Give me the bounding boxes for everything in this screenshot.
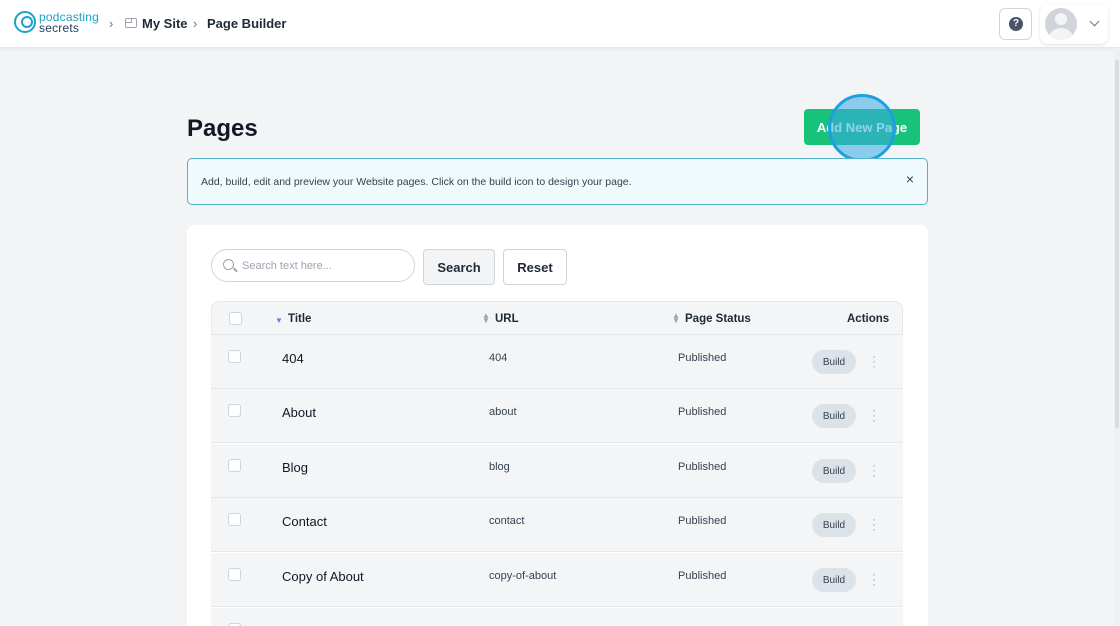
logo[interactable]: podcasting secrets bbox=[14, 9, 106, 37]
row-checkbox[interactable] bbox=[228, 513, 241, 526]
add-new-page-button[interactable]: Add New Page bbox=[804, 109, 920, 145]
logo-text-bottom: secrets bbox=[39, 21, 80, 35]
chevron-right-icon: › bbox=[193, 16, 198, 31]
row-url: contact bbox=[489, 515, 525, 527]
column-header-url[interactable]: URL bbox=[495, 313, 519, 325]
search-box[interactable] bbox=[211, 249, 415, 282]
more-options-icon[interactable]: · · · bbox=[870, 513, 878, 535]
table-header: ▼ Title ▲ ▼ URL ▲ ▼ Page Status Actions bbox=[211, 301, 903, 335]
build-button[interactable]: Build bbox=[812, 404, 856, 428]
info-banner: Add, build, edit and preview your Websit… bbox=[187, 158, 928, 205]
row-title: 404 bbox=[282, 351, 304, 366]
chevron-down-icon bbox=[1089, 16, 1100, 27]
row-status: Published bbox=[678, 461, 727, 473]
row-checkbox[interactable] bbox=[228, 459, 241, 472]
sort-icon[interactable]: ▲ ▼ bbox=[482, 312, 490, 325]
row-title: Blog bbox=[282, 460, 309, 475]
build-button[interactable]: Build bbox=[812, 350, 856, 374]
row-status: Published bbox=[678, 406, 727, 418]
row-status: Published bbox=[678, 515, 727, 527]
select-all-checkbox[interactable] bbox=[229, 312, 242, 325]
row-status: Published bbox=[678, 570, 727, 582]
row-checkbox[interactable] bbox=[228, 568, 241, 581]
column-header-actions: Actions bbox=[847, 313, 890, 325]
breadcrumb-page-builder[interactable]: Page Builder bbox=[207, 16, 286, 31]
row-checkbox[interactable] bbox=[228, 404, 241, 417]
search-button[interactable]: Search bbox=[423, 249, 495, 285]
breadcrumb-my-site[interactable]: My Site bbox=[142, 16, 188, 31]
sort-icon[interactable]: ▲ ▼ bbox=[672, 312, 680, 325]
scrollbar-thumb[interactable] bbox=[1115, 60, 1119, 428]
chevron-right-icon: › bbox=[109, 16, 114, 31]
column-header-page-status[interactable]: Page Status bbox=[685, 313, 751, 325]
more-options-icon[interactable]: · · · bbox=[870, 459, 878, 481]
more-options-icon[interactable]: · · · bbox=[870, 350, 878, 372]
table-row[interactable]: Blog blog Published Build · · · bbox=[211, 444, 903, 498]
logo-mark-icon bbox=[14, 11, 36, 33]
user-menu-button[interactable] bbox=[1040, 4, 1108, 44]
table-row[interactable]: Contact contact Published Build · · · bbox=[211, 498, 903, 552]
top-bar: podcasting secrets › My Site › Page Buil… bbox=[0, 0, 1120, 48]
build-button[interactable]: Build bbox=[812, 568, 856, 592]
build-button[interactable]: Build bbox=[812, 459, 856, 483]
row-title: Contact bbox=[282, 514, 327, 529]
sort-desc-icon[interactable]: ▼ bbox=[275, 316, 283, 325]
more-options-icon[interactable]: · · · bbox=[870, 568, 878, 590]
row-title: Copy of About bbox=[282, 569, 364, 584]
pages-card: Search Reset ▼ Title ▲▼ URL ▲▼ Page Stat… bbox=[187, 225, 928, 626]
row-url: about bbox=[489, 406, 517, 418]
row-url: blog bbox=[489, 461, 510, 473]
row-url: copy-of-about bbox=[489, 570, 557, 582]
row-checkbox[interactable] bbox=[228, 350, 241, 363]
table-row[interactable]: About about Published Build · · · bbox=[211, 389, 903, 443]
row-status: Published bbox=[678, 352, 727, 364]
column-header-title[interactable]: Title bbox=[288, 313, 311, 325]
row-title: About bbox=[282, 405, 316, 420]
help-button[interactable]: ? bbox=[999, 8, 1032, 40]
close-icon[interactable]: × bbox=[902, 171, 918, 187]
reset-button[interactable]: Reset bbox=[503, 249, 567, 285]
search-input[interactable] bbox=[242, 257, 407, 275]
table-row[interactable] bbox=[211, 608, 903, 626]
row-url: 404 bbox=[489, 352, 508, 364]
more-options-icon[interactable]: · · · bbox=[870, 404, 878, 426]
build-button[interactable]: Build bbox=[812, 513, 856, 537]
page-title: Pages bbox=[187, 115, 258, 142]
table-row[interactable]: Copy of About copy-of-about Published Bu… bbox=[211, 553, 903, 607]
table-row[interactable]: 404 404 Published Build · · · bbox=[211, 335, 903, 389]
search-icon bbox=[223, 259, 234, 270]
help-icon: ? bbox=[1009, 17, 1023, 31]
info-text: Add, build, edit and preview your Websit… bbox=[201, 176, 632, 188]
avatar bbox=[1045, 8, 1077, 40]
folder-icon bbox=[125, 18, 137, 28]
